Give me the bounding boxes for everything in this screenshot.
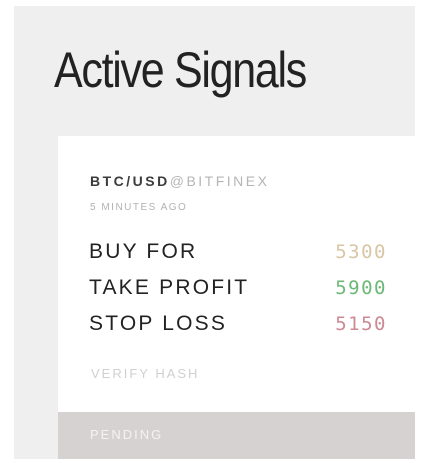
stop-loss-row: STOP LOSS 5150 bbox=[89, 312, 389, 342]
status-badge: PENDING bbox=[90, 427, 164, 442]
buy-for-value: 5300 bbox=[335, 241, 387, 263]
exchange-name: @BITFINEX bbox=[169, 173, 270, 189]
buy-for-label: BUY FOR bbox=[89, 240, 198, 263]
signal-pair-line: BTC/USD@BITFINEX bbox=[90, 173, 269, 189]
buy-for-row: BUY FOR 5300 bbox=[89, 240, 389, 270]
status-bar: PENDING bbox=[58, 412, 415, 459]
take-profit-value: 5900 bbox=[335, 277, 387, 299]
stop-loss-value: 5150 bbox=[335, 313, 387, 335]
page-title: Active Signals bbox=[54, 42, 307, 98]
trading-pair: BTC/USD bbox=[90, 173, 170, 189]
signal-card[interactable]: BTC/USD@BITFINEX 5 MINUTES AGO BUY FOR 5… bbox=[58, 136, 415, 459]
page: Active Signals BTC/USD@BITFINEX 5 MINUTE… bbox=[0, 0, 422, 463]
verify-hash-link[interactable]: VERIFY HASH bbox=[91, 366, 199, 381]
take-profit-label: TAKE PROFIT bbox=[89, 276, 250, 299]
signal-timestamp: 5 MINUTES AGO bbox=[90, 202, 188, 213]
stop-loss-label: STOP LOSS bbox=[89, 312, 228, 335]
take-profit-row: TAKE PROFIT 5900 bbox=[89, 276, 389, 306]
signals-panel: Active Signals BTC/USD@BITFINEX 5 MINUTE… bbox=[14, 6, 415, 459]
